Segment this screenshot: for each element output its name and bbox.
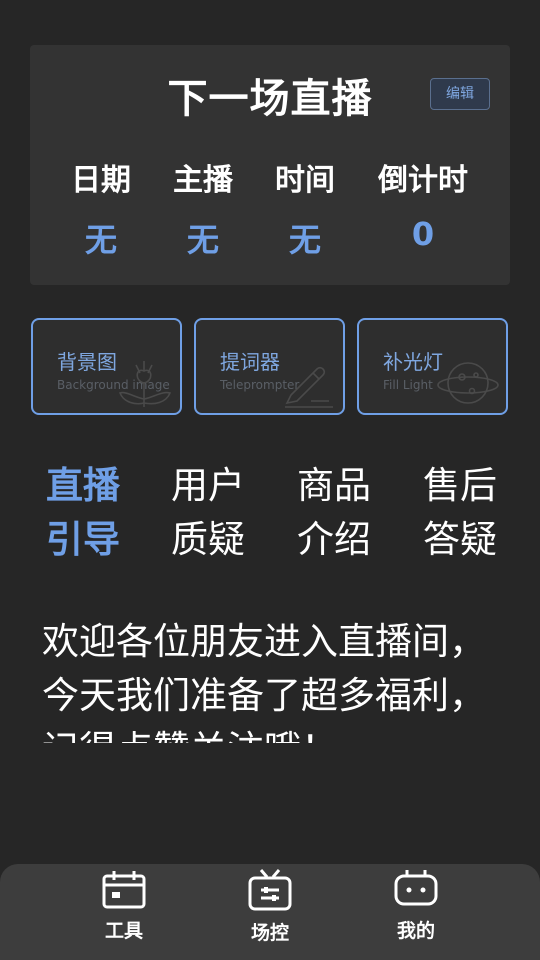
tool-subtitle: Fill Light bbox=[383, 378, 433, 392]
nav-label: 场控 bbox=[250, 922, 289, 944]
nav-label: 我的 bbox=[396, 920, 435, 942]
tab-label-line2: 介绍 bbox=[297, 518, 371, 561]
tool-title: 背景图 bbox=[57, 350, 117, 374]
tab-after-sales[interactable]: 售后 答疑 bbox=[423, 459, 533, 567]
pen-icon bbox=[285, 366, 333, 408]
nav-tools[interactable]: 工具 bbox=[74, 868, 174, 943]
tab-label-line1: 售后 bbox=[423, 464, 497, 507]
date-value: 无 bbox=[84, 221, 117, 259]
script-text[interactable]: 欢迎各位朋友进入直播间， 今天我们准备了超多福利， 记得点赞关注哦！ bbox=[42, 615, 502, 743]
tool-card-teleprompter[interactable]: 提词器 Teleprompter bbox=[194, 318, 345, 415]
tab-label-line1: 商品 bbox=[297, 464, 371, 507]
date-label: 日期 bbox=[71, 163, 131, 198]
tab-label-line1: 直播 bbox=[46, 464, 120, 507]
time-value: 无 bbox=[288, 221, 321, 259]
countdown-label: 倒计时 bbox=[378, 163, 468, 198]
tab-label-line1: 用户 bbox=[171, 464, 245, 507]
tab-label-line2: 答疑 bbox=[423, 518, 497, 561]
tab-label-line2: 引导 bbox=[46, 518, 120, 561]
host-value: 无 bbox=[186, 221, 219, 259]
calendar-icon bbox=[102, 871, 146, 909]
script-line: 记得点赞关注哦！ bbox=[42, 723, 502, 743]
time-label: 时间 bbox=[275, 163, 335, 198]
tv-sliders-icon bbox=[248, 869, 292, 911]
tab-user-doubts[interactable]: 用户 质疑 bbox=[171, 459, 281, 567]
flower-icon bbox=[118, 361, 172, 407]
planet-icon bbox=[437, 362, 499, 404]
countdown-value: 0 bbox=[411, 215, 435, 253]
edit-button[interactable]: 编辑 bbox=[430, 78, 490, 110]
tab-label-line2: 质疑 bbox=[171, 518, 245, 561]
tab-product-intro[interactable]: 商品 介绍 bbox=[297, 459, 407, 567]
tool-title: 提词器 bbox=[220, 350, 280, 374]
bottom-nav: 工具 场控 我的 bbox=[0, 864, 540, 960]
tool-title: 补光灯 bbox=[383, 350, 443, 374]
nav-field-control[interactable]: 场控 bbox=[220, 868, 320, 945]
tab-live-guide[interactable]: 直播 引导 bbox=[46, 459, 156, 567]
nav-label: 工具 bbox=[104, 920, 143, 942]
tool-card-fill-light[interactable]: 补光灯 Fill Light bbox=[357, 318, 508, 415]
host-label: 主播 bbox=[173, 163, 233, 198]
tool-card-background-image[interactable]: 背景图 Background image bbox=[31, 318, 182, 415]
script-line: 今天我们准备了超多福利， bbox=[42, 674, 486, 717]
script-line: 欢迎各位朋友进入直播间， bbox=[42, 620, 486, 663]
nav-mine[interactable]: 我的 bbox=[366, 868, 466, 943]
robot-face-icon bbox=[394, 870, 438, 906]
